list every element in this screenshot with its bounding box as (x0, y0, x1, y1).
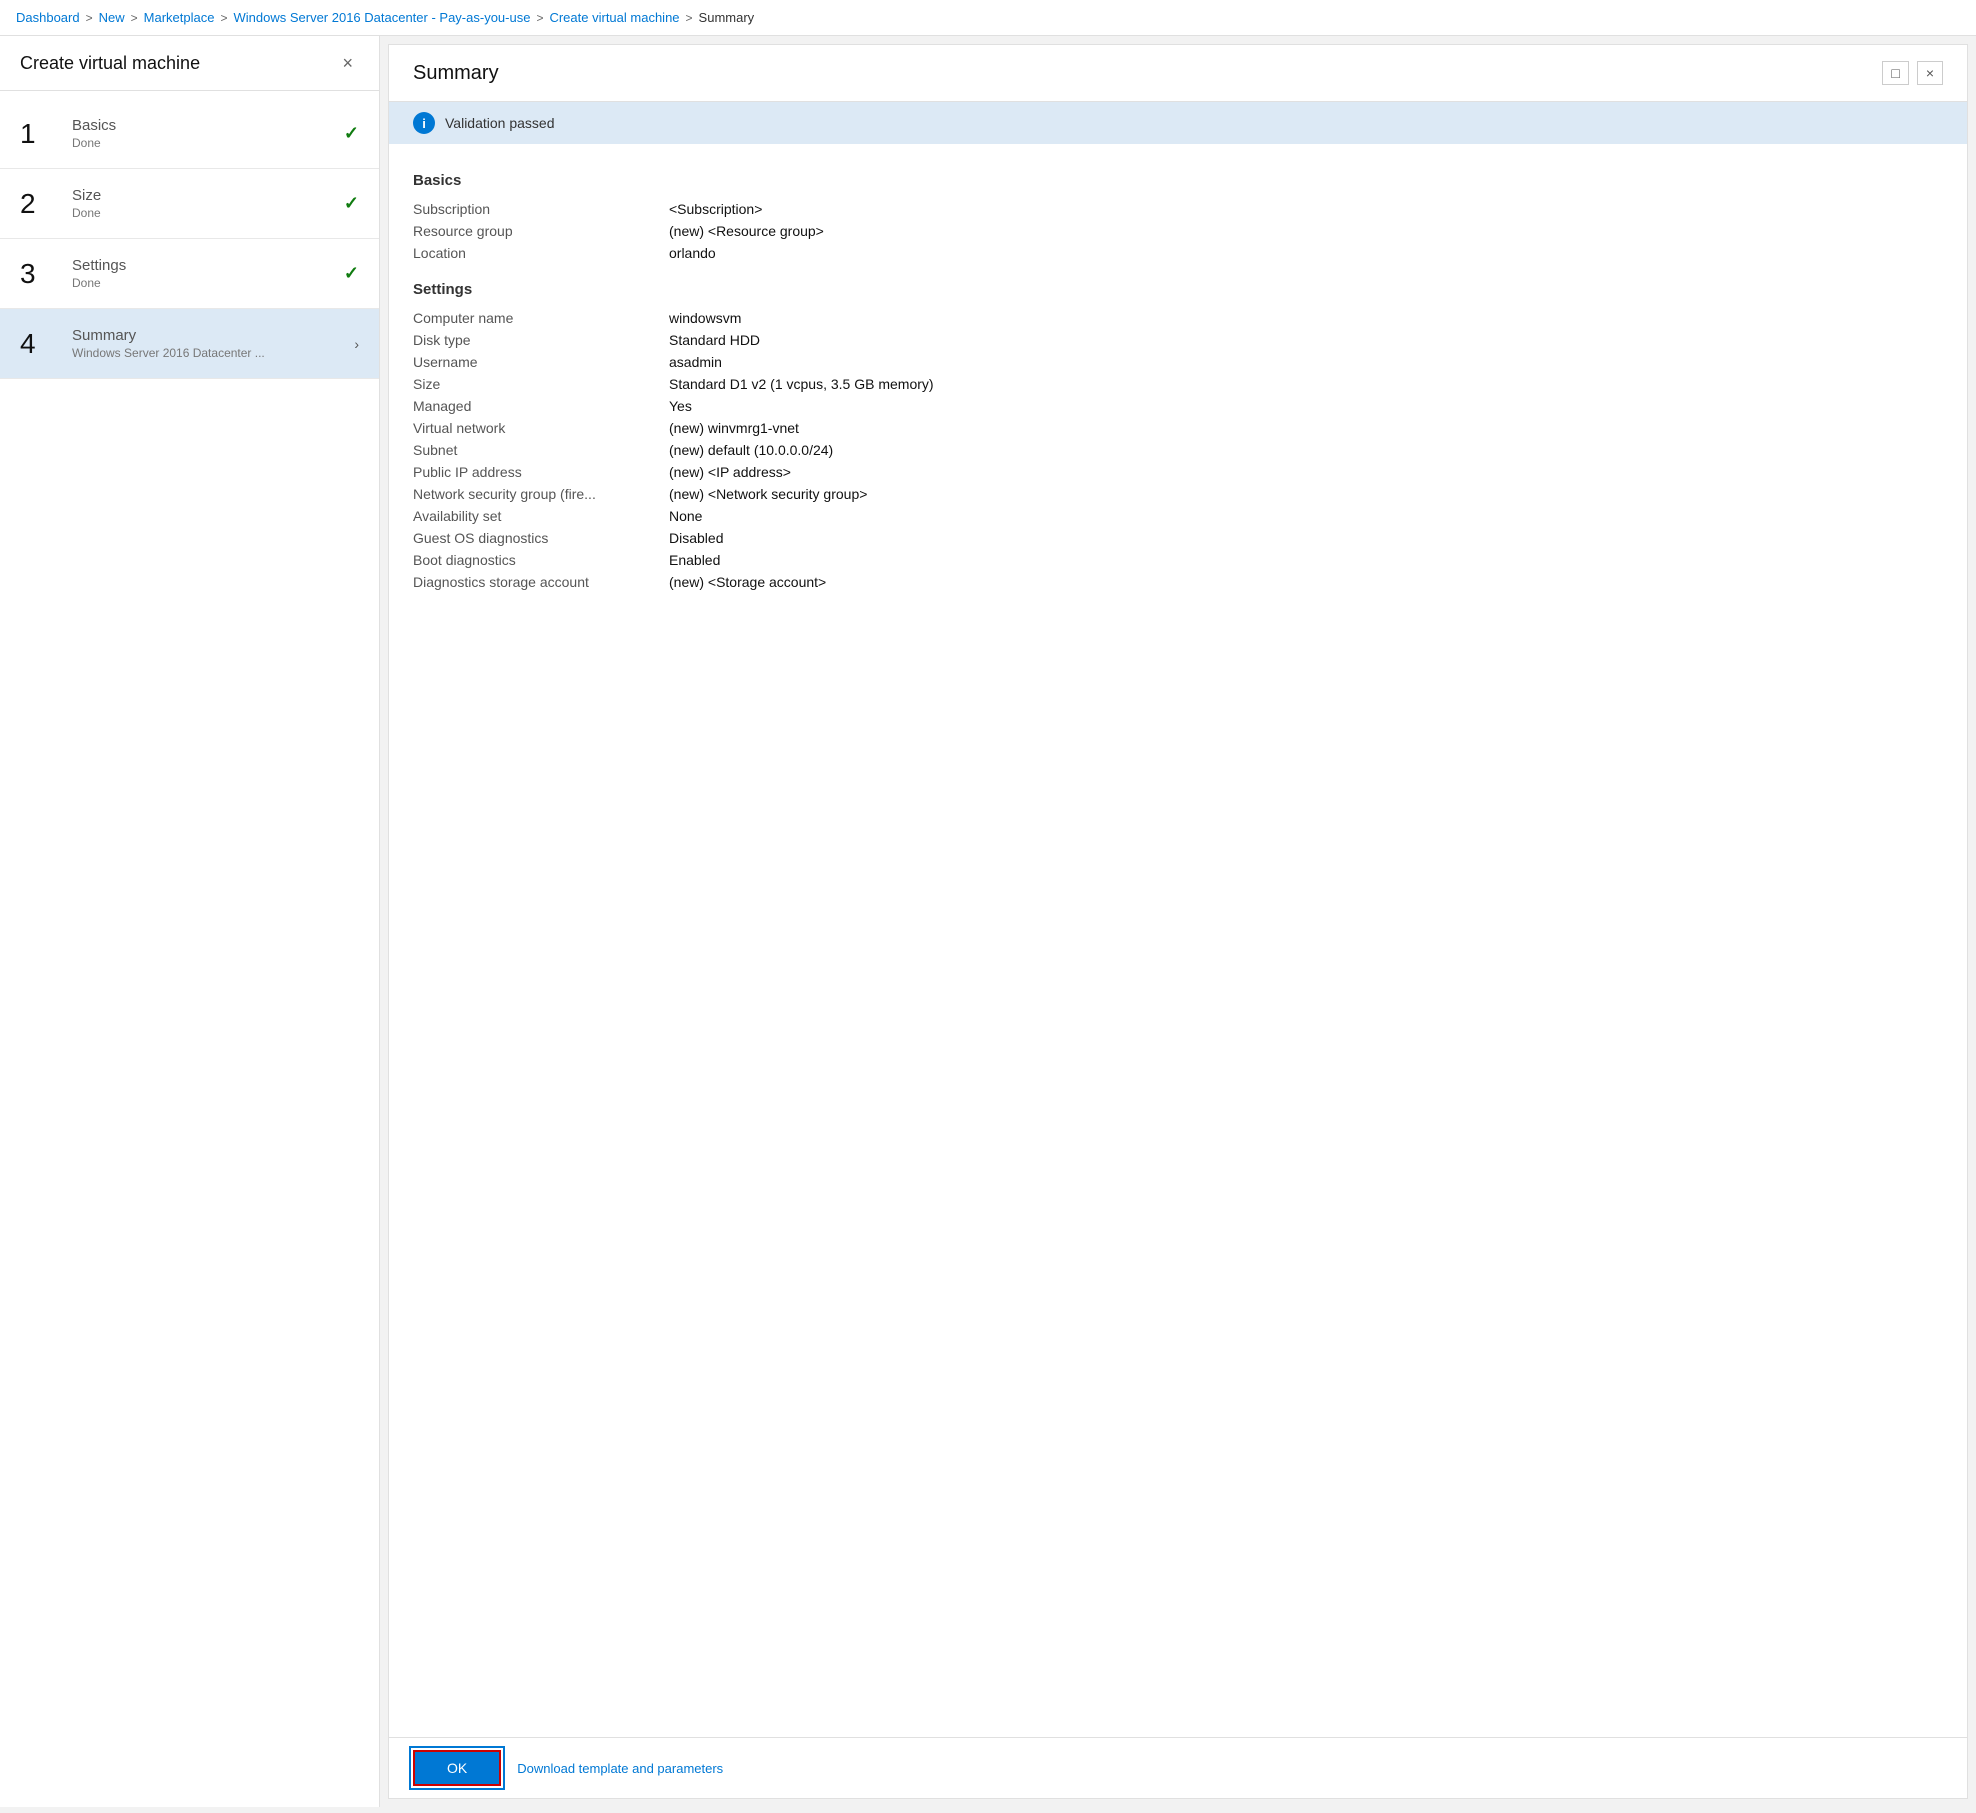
steps-container: 1 Basics Done ✓ 2 Size Done ✓ 3 (0, 91, 379, 1807)
step-label-settings: Settings (72, 257, 344, 274)
step-number-4: 4 (20, 330, 60, 358)
step-item-basics[interactable]: 1 Basics Done ✓ (0, 99, 379, 169)
settings-value-managed: Yes (669, 398, 1943, 414)
settings-value-publicip: (new) <IP address> (669, 464, 1943, 480)
settings-details-grid: Computer name windowsvm Disk type Standa… (413, 310, 1943, 590)
step-sublabel-basics: Done (72, 136, 344, 150)
settings-key-subnet: Subnet (413, 442, 653, 458)
settings-section-title: Settings (413, 281, 1943, 298)
settings-key-managed: Managed (413, 398, 653, 414)
breadcrumb-dashboard[interactable]: Dashboard (16, 10, 80, 25)
step-number-2: 2 (20, 190, 60, 218)
breadcrumb-product[interactable]: Windows Server 2016 Datacenter - Pay-as-… (233, 10, 530, 25)
settings-key-disktype: Disk type (413, 332, 653, 348)
settings-key-nsg: Network security group (fire... (413, 486, 653, 502)
settings-key-publicip: Public IP address (413, 464, 653, 480)
chevron-right-icon: › (354, 336, 359, 352)
step-number-1: 1 (20, 120, 60, 148)
download-template-link[interactable]: Download template and parameters (517, 1761, 723, 1776)
step-check-2: ✓ (344, 193, 359, 214)
step-item-size[interactable]: 2 Size Done ✓ (0, 169, 379, 239)
maximize-button[interactable]: □ (1882, 61, 1908, 85)
left-panel-close-button[interactable]: × (336, 52, 359, 74)
settings-value-nsg: (new) <Network security group> (669, 486, 1943, 502)
step-sublabel-size: Done (72, 206, 344, 220)
main-container: Create virtual machine × 1 Basics Done ✓… (0, 36, 1976, 1807)
step-sublabel-summary: Windows Server 2016 Datacenter ... (72, 346, 354, 360)
basics-key-location: Location (413, 245, 653, 261)
bottom-bar: OK Download template and parameters (389, 1737, 1967, 1798)
settings-value-guestosdiag: Disabled (669, 530, 1943, 546)
settings-key-bootdiag: Boot diagnostics (413, 552, 653, 568)
basics-value-location: orlando (669, 245, 1943, 261)
basics-value-subscription: <Subscription> (669, 201, 1943, 217)
step-sublabel-settings: Done (72, 276, 344, 290)
right-panel: Summary □ × i Validation passed Basics S… (388, 44, 1968, 1799)
settings-key-vnet: Virtual network (413, 420, 653, 436)
settings-value-size: Standard D1 v2 (1 vcpus, 3.5 GB memory) (669, 376, 1943, 392)
breadcrumb-new[interactable]: New (99, 10, 125, 25)
basics-value-resourcegroup: (new) <Resource group> (669, 223, 1943, 239)
basics-details-grid: Subscription <Subscription> Resource gro… (413, 201, 1943, 261)
settings-value-username: asadmin (669, 354, 1943, 370)
sep-5: > (686, 11, 693, 25)
step-info-4: Summary Windows Server 2016 Datacenter .… (72, 327, 354, 360)
right-panel-close-button[interactable]: × (1917, 61, 1943, 85)
step-label-basics: Basics (72, 117, 344, 134)
right-panel-actions: □ × (1882, 61, 1943, 85)
step-label-summary: Summary (72, 327, 354, 344)
settings-value-bootdiag: Enabled (669, 552, 1943, 568)
breadcrumb: Dashboard > New > Marketplace > Windows … (0, 0, 1976, 36)
step-info-3: Settings Done (72, 257, 344, 290)
settings-key-username: Username (413, 354, 653, 370)
left-panel: Create virtual machine × 1 Basics Done ✓… (0, 36, 380, 1807)
step-label-size: Size (72, 187, 344, 204)
step-check-1: ✓ (344, 123, 359, 144)
validation-banner: i Validation passed (389, 102, 1967, 144)
settings-key-computername: Computer name (413, 310, 653, 326)
basics-section-title: Basics (413, 172, 1943, 189)
settings-value-computername: windowsvm (669, 310, 1943, 326)
ok-button[interactable]: OK (413, 1750, 501, 1786)
settings-key-availabilityset: Availability set (413, 508, 653, 524)
breadcrumb-current: Summary (699, 10, 755, 25)
validation-message: Validation passed (445, 115, 554, 131)
step-item-summary[interactable]: 4 Summary Windows Server 2016 Datacenter… (0, 309, 379, 379)
basics-key-subscription: Subscription (413, 201, 653, 217)
settings-value-availabilityset: None (669, 508, 1943, 524)
info-icon: i (413, 112, 435, 134)
sep-1: > (86, 11, 93, 25)
step-item-settings[interactable]: 3 Settings Done ✓ (0, 239, 379, 309)
breadcrumb-create-vm[interactable]: Create virtual machine (549, 10, 679, 25)
step-info-2: Size Done (72, 187, 344, 220)
right-panel-title: Summary (413, 62, 499, 85)
breadcrumb-marketplace[interactable]: Marketplace (144, 10, 215, 25)
settings-key-diagstorage: Diagnostics storage account (413, 574, 653, 590)
summary-content: Basics Subscription <Subscription> Resou… (389, 144, 1967, 1737)
settings-value-subnet: (new) default (10.0.0.0/24) (669, 442, 1943, 458)
sep-3: > (220, 11, 227, 25)
settings-value-disktype: Standard HDD (669, 332, 1943, 348)
left-panel-title: Create virtual machine (20, 53, 200, 74)
settings-key-guestosdiag: Guest OS diagnostics (413, 530, 653, 546)
settings-value-vnet: (new) winvmrg1-vnet (669, 420, 1943, 436)
basics-key-resourcegroup: Resource group (413, 223, 653, 239)
left-panel-header: Create virtual machine × (0, 36, 379, 91)
step-number-3: 3 (20, 260, 60, 288)
right-panel-header: Summary □ × (389, 45, 1967, 102)
settings-value-diagstorage: (new) <Storage account> (669, 574, 1943, 590)
sep-4: > (536, 11, 543, 25)
step-info-1: Basics Done (72, 117, 344, 150)
sep-2: > (131, 11, 138, 25)
step-check-3: ✓ (344, 263, 359, 284)
settings-key-size: Size (413, 376, 653, 392)
